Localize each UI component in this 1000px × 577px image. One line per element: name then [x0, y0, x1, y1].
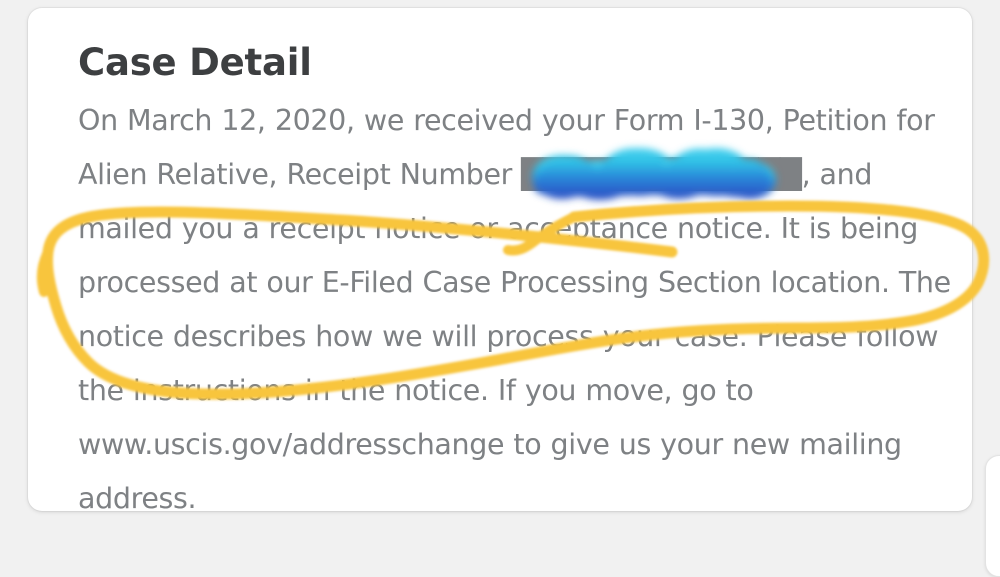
page-title: Case Detail: [78, 41, 312, 84]
case-detail-body: Case Detail On March 12, 2020, we receiv…: [78, 41, 951, 511]
screen: Case Detail On March 12, 2020, we receiv…: [0, 0, 1000, 577]
case-detail-card: Case Detail On March 12, 2020, we receiv…: [28, 8, 972, 511]
next-card-peek: [985, 455, 1000, 577]
case-detail-text: On March 12, 2020, we received your Form…: [78, 104, 951, 511]
